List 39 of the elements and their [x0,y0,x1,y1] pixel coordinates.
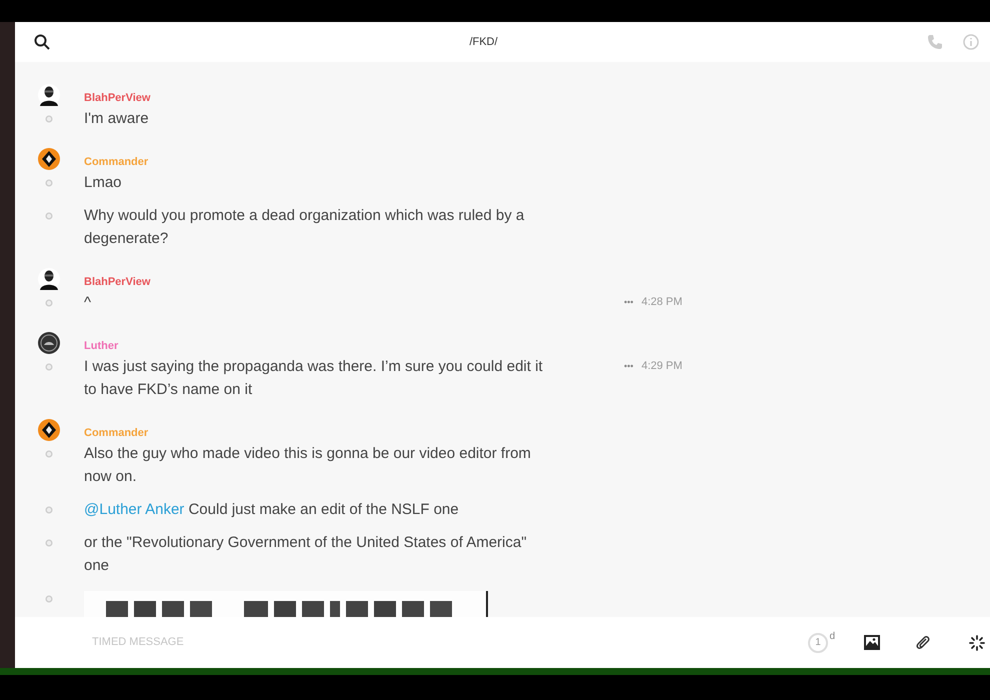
message-text: Also the guy who made video this is gonna be our video editor from now on. [84,444,532,487]
message-field[interactable]: TIMED MESSAGE [92,634,808,651]
status-icon [45,363,53,371]
user-avatar[interactable] [38,84,60,106]
user-mention[interactable]: @Luther Anker [84,501,184,518]
message-text: Lmao [84,173,123,193]
status-icon [45,450,53,458]
status-icon [45,212,53,220]
timer-unit: d [829,630,835,644]
message-text: or the "Revolutionary Government of the United States of America" one [84,533,528,576]
message-time: 4:28 PM [641,295,682,310]
message-time: 4:29 PM [641,359,682,374]
spinner-icon[interactable] [969,634,985,650]
status-icon [45,506,53,514]
user-avatar[interactable] [38,332,60,354]
author-name[interactable]: Commander [84,154,148,170]
more-options[interactable]: ••• [624,296,634,309]
more-options[interactable]: ••• [624,360,634,373]
status-icon [45,539,53,547]
author-name[interactable]: Luther [84,338,118,354]
user-avatar[interactable] [38,268,60,290]
author-name[interactable]: Commander [84,424,148,441]
search-icon[interactable] [34,34,50,50]
author-name[interactable]: BlahPerView [84,274,150,290]
message-text: Why would you promote a dead organization which was ruled by a degenerate? [84,206,526,249]
image-icon[interactable] [864,635,880,650]
status-icon [45,115,53,123]
status-icon [45,595,53,603]
paperclip-icon[interactable] [916,634,931,650]
message-text: ^ [84,293,92,313]
status-icon [45,179,53,187]
chat-title: /FKD/ [469,34,498,50]
user-avatar[interactable] [38,419,60,441]
user-avatar[interactable] [38,148,60,170]
message-text: @Luther Anker Could just make an edit of the NSLF one [84,500,460,520]
author-name[interactable]: BlahPerView [84,90,150,106]
message-text: I'm aware [84,109,150,129]
message-text: I was just saying the propaganda was there. I’m sure you could edit it to have FKD’s name on it [84,357,544,400]
status-icon [45,299,53,307]
